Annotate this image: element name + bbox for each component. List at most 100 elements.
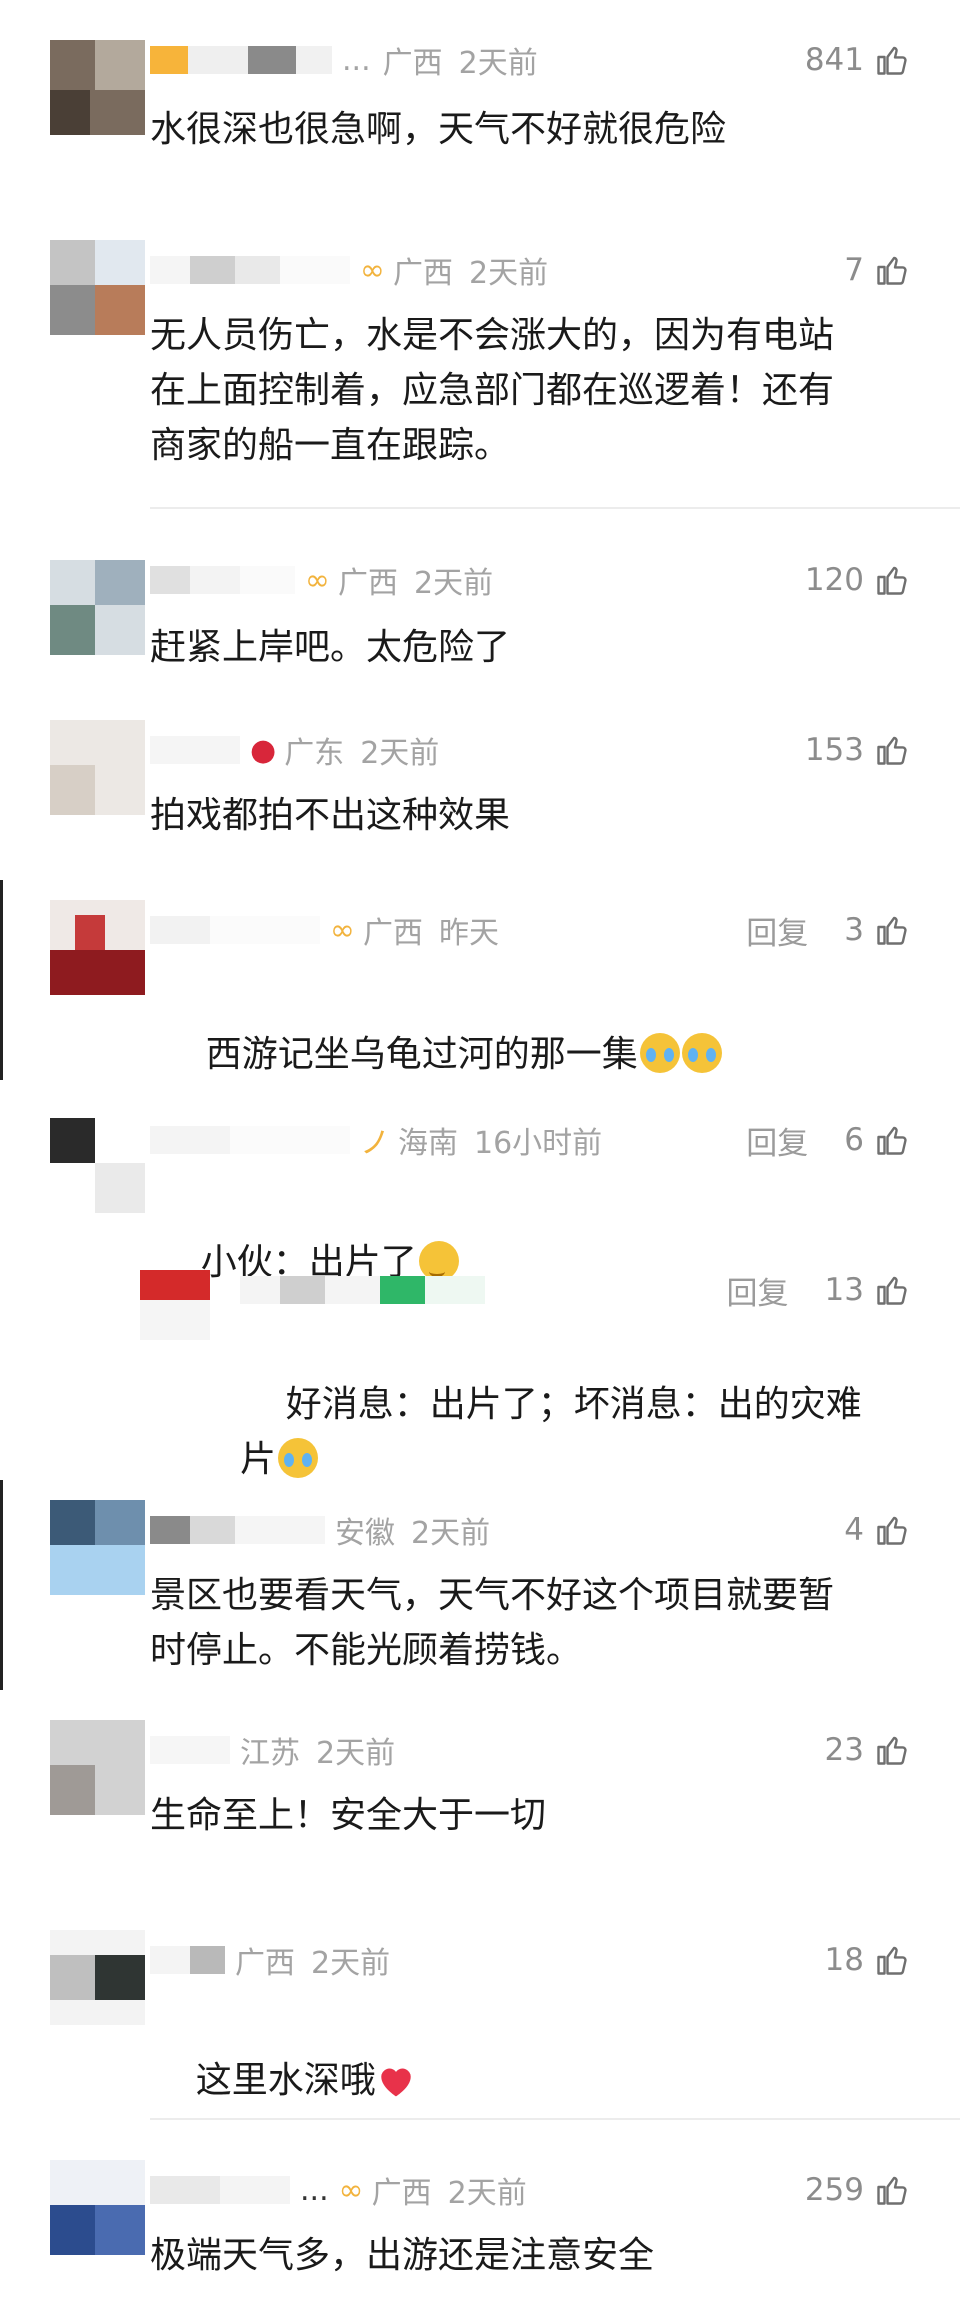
thumbs-up-icon[interactable] [874,1732,910,1768]
like-count: 23 [824,1732,864,1768]
comment-meta: ∞ 广西 2天前 [150,550,493,610]
comment-location: 安徽 [335,1516,395,1551]
like-area[interactable]: 4 [844,1500,910,1560]
username-blurred[interactable] [150,255,350,285]
comment-text: 生命至上！安全大于一切 [150,1795,547,1836]
avatar[interactable] [50,1930,145,2025]
comment-text: 拍戏都拍不出这种效果 [150,795,511,836]
cherry-icon: ● [250,732,277,768]
thumbs-up-icon[interactable] [874,1272,910,1308]
avatar[interactable] [50,40,145,135]
username-blurred[interactable] [150,735,240,765]
avatar[interactable] [50,1118,145,1213]
comment-time: 2天前 [469,256,549,291]
comment-location: 广西 [338,566,398,601]
avatar[interactable] [50,1500,145,1595]
comment-item: ∞ 广西 2天前 7 无人员伤亡，水是不会涨大的，因为有电站 在上面控制着，应急… [0,240,960,510]
comment-meta: ノ 海南 16小时前 [150,1110,602,1170]
thumbs-up-icon[interactable] [874,1942,910,1978]
like-area[interactable]: 回复 13 [727,1260,910,1320]
thumbs-up-icon[interactable] [874,1122,910,1158]
divider [150,507,960,509]
like-area[interactable]: 841 [805,30,910,90]
like-area[interactable]: 回复 6 [746,1110,910,1170]
thumbs-up-icon[interactable] [874,252,910,288]
comment-text: 极端天气多，出游还是注意安全 [150,2235,655,2276]
comment-meta: 安徽 2天前 [150,1500,490,1560]
like-count: 3 [844,912,864,948]
divider [150,2118,960,2120]
comment-time: 2天前 [414,566,494,601]
like-count: 13 [824,1272,864,1308]
thumbs-up-icon[interactable] [874,42,910,78]
like-area[interactable]: 120 [805,550,910,610]
username-blurred[interactable] [150,1125,350,1155]
username-blurred[interactable] [150,2175,290,2205]
comment-item: 广西 2天前 18 这里水深哦 [0,1930,960,2101]
username-blurred[interactable] [150,915,320,945]
thumbs-up-icon[interactable] [874,912,910,948]
comment-item: ∞ 广西 2天前 120 赶紧上岸吧。太危险了 [0,550,960,690]
like-count: 6 [844,1122,864,1158]
username-blurred[interactable] [150,1945,225,1975]
avatar[interactable] [50,2160,145,2255]
badge-icon: ∞ [330,912,355,948]
comment-item: ∞ 广西 昨天 回复 3 西游记坐乌龟过河的那一集 [0,900,960,1075]
comment-item: ● 广东 2天前 153 拍戏都拍不出这种效果 [0,720,960,860]
like-area[interactable]: 259 [805,2160,910,2220]
badge-icon: ∞ [338,2172,364,2208]
comment-item: ... 广西 2天前 841 水很深也很急啊，天气不好就很危险 [0,30,960,190]
comment-meta: ● 广东 2天前 [150,720,439,780]
thumbs-up-icon[interactable] [874,2172,910,2208]
username-blurred[interactable] [150,565,295,595]
comment-time: 2天前 [458,46,538,81]
comment-location: 广西 [371,2176,432,2211]
avatar[interactable] [50,240,145,335]
avatar[interactable] [50,1720,145,1815]
like-area[interactable]: 153 [805,720,910,780]
comment-meta: ... 广西 2天前 [150,30,538,90]
comment-text: 好消息：出片了；坏消息：出的灾难 片 [240,1384,862,1480]
avatar[interactable] [50,560,145,655]
like-count: 7 [844,252,864,288]
comment-text: 这里水深哦 [195,2060,376,2101]
avatar[interactable] [140,1270,210,1340]
like-area[interactable]: 23 [825,1720,910,1780]
comment-item: ... ∞ 广西 2天前 259 极端天气多，出游还是注意安全 [0,2160,960,2300]
like-count: 259 [804,2172,864,2208]
comment-item: 安徽 2天前 4 景区也要看天气，天气不好这个项目就要暂 时停止。不能光顾着捞钱… [0,1500,960,1680]
comment-time: 2天前 [311,1946,391,1981]
comment-location: 广西 [363,916,423,951]
like-count: 120 [804,562,864,598]
reply-button[interactable]: 回复 [746,908,808,953]
badge-icon: ノ [360,1126,390,1161]
thumbs-up-icon[interactable] [874,1512,910,1548]
like-area[interactable]: 18 [825,1930,910,1990]
username-blurred[interactable] [150,1735,230,1765]
like-count: 841 [804,42,864,78]
comment-meta: ∞ 广西 昨天 [150,900,499,960]
thumbs-up-icon[interactable] [874,562,910,598]
comment-meta: 江苏 2天前 [150,1720,395,1780]
reply-button[interactable]: 回复 [746,1118,808,1163]
reply-button[interactable]: 回复 [727,1268,789,1313]
badge-icon: ∞ [305,562,330,598]
username-blurred[interactable] [150,1515,325,1545]
username-blurred[interactable] [240,1275,485,1305]
red-heart-emoji-icon [381,2068,411,2097]
reply-item: 回复 13 好消息：出片了；坏消息：出的灾难 片 [0,1260,960,1480]
comment-text: 无人员伤亡，水是不会涨大的，因为有电站 在上面控制着，应急部门都在巡逻着！还有 … [150,315,835,466]
username-blurred[interactable] [150,45,332,75]
comment-meta: ∞ 广西 2天前 [150,240,548,300]
comment-text: 赶紧上岸吧。太危险了 [150,627,511,668]
avatar[interactable] [50,900,145,995]
comment-location: 广东 [284,736,345,771]
comment-location: 海南 [398,1126,458,1161]
like-area[interactable]: 7 [844,240,910,300]
thumbs-up-icon[interactable] [874,732,910,768]
like-area[interactable]: 回复 3 [746,900,910,960]
comment-location: 广西 [235,1946,295,1981]
like-count: 18 [824,1942,864,1978]
avatar[interactable] [50,720,145,815]
comment-meta: 广西 2天前 [150,1930,390,1990]
